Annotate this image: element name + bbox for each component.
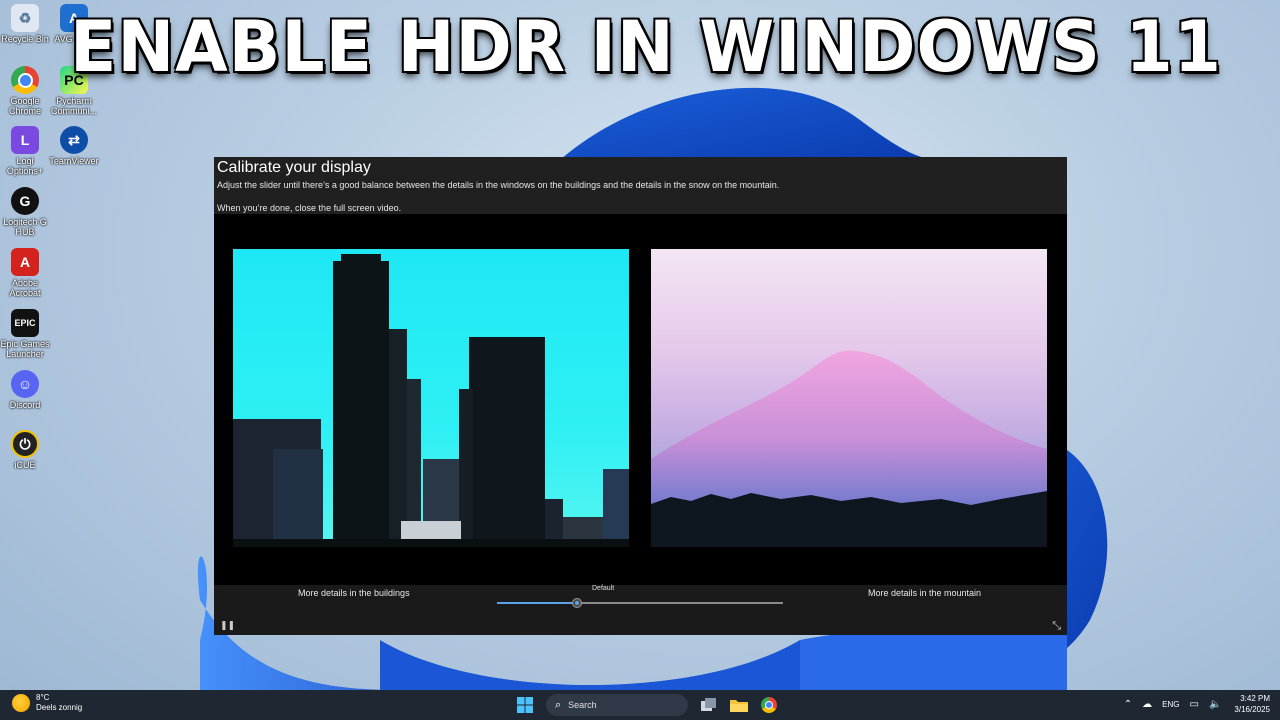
chrome-icon: [11, 66, 39, 94]
teamviewer-icon: ⇄: [60, 126, 88, 154]
calibration-header: Calibrate your display Adjust the slider…: [214, 157, 1067, 214]
weather-widget[interactable]: 8°C Deels zonnig: [12, 693, 82, 713]
folder-icon: [730, 700, 748, 712]
desktop-icon-label: Google Chrome: [8, 96, 41, 116]
desktop-icon-label: Pycharm Communi...: [50, 96, 97, 116]
logitech-ghub-icon: G: [11, 187, 39, 215]
adobe-acrobat-icon: A: [11, 248, 39, 276]
slider-thumb[interactable]: [572, 598, 583, 608]
language-indicator[interactable]: ENG: [1162, 700, 1179, 709]
clock[interactable]: 3:42 PM 3/16/2025: [1234, 693, 1270, 715]
desktop-icon-chrome[interactable]: Google Chrome: [0, 66, 51, 116]
chrome-icon: [761, 697, 777, 713]
calibration-footer: More details in the buildings More detai…: [214, 585, 1067, 635]
desktop-icon-logitech-ghub[interactable]: G Logitech G HUB: [0, 187, 51, 237]
desktop-icon-label: Epic Games Launcher: [0, 339, 50, 359]
partly-sunny-icon: [12, 694, 30, 712]
taskbar: 8°C Deels zonnig ⌕ Search ⌃ ☁ ENG ▭ 🔈 3:…: [0, 690, 1280, 720]
desktop-icon-recycle-bin[interactable]: ♻ Recycle Bin: [0, 4, 51, 44]
desktop-icon-label: iCUE: [14, 460, 36, 470]
logi-options-icon: L: [11, 126, 39, 154]
mountain-image: [651, 249, 1047, 547]
video-headline: ENABLE HDR IN WINDOWS 11: [70, 6, 1222, 88]
task-view-button[interactable]: [697, 693, 721, 717]
start-button[interactable]: [513, 693, 537, 717]
desktop-icon-label: Logi Options+: [6, 156, 44, 176]
epic-games-icon: EPIC: [11, 309, 39, 337]
chrome-taskbar-button[interactable]: [757, 693, 781, 717]
calibration-instruction: Adjust the slider until there’s a good b…: [217, 180, 780, 190]
calibration-title: Calibrate your display: [217, 159, 371, 176]
buildings-image: [233, 249, 629, 547]
search-icon: ⌕: [555, 698, 562, 711]
desktop-icon-discord[interactable]: ☺ Discord: [0, 370, 51, 410]
exit-fullscreen-icon[interactable]: ⤡: [1052, 619, 1061, 633]
weather-description: Deels zonnig: [36, 703, 83, 712]
clock-time: 3:42 PM: [1240, 694, 1270, 703]
discord-icon: ☺: [11, 370, 39, 398]
desktop-icon-adobe-acrobat[interactable]: A Adobe Acrobat: [0, 248, 51, 298]
chevron-up-icon[interactable]: ⌃: [1124, 699, 1132, 710]
desktop-icon-epic-games[interactable]: EPIC Epic Games Launcher: [0, 309, 51, 359]
label-more-mountain: More details in the mountain: [868, 588, 982, 598]
desktop-icon-label: Logitech G HUB: [3, 217, 47, 237]
windows-logo-icon: [517, 697, 533, 713]
file-explorer-button[interactable]: [727, 693, 751, 717]
calibration-window: Calibrate your display Adjust the slider…: [214, 157, 1067, 635]
clock-date: 3/16/2025: [1234, 705, 1270, 714]
desktop-icon-logi-options[interactable]: L Logi Options+: [0, 126, 51, 176]
desktop-icon-icue[interactable]: ⏻ iCUE: [0, 430, 51, 470]
desktop-icon-label: Recycle Bin: [1, 34, 49, 44]
volume-icon[interactable]: 🔈: [1209, 699, 1221, 710]
weather-temperature: 8°C: [36, 693, 50, 702]
system-tray: ⌃ ☁ ENG ▭ 🔈 3:42 PM 3/16/2025: [1119, 693, 1270, 715]
taskbar-search[interactable]: ⌕ Search: [546, 694, 688, 716]
search-placeholder: Search: [568, 700, 597, 710]
network-icon[interactable]: ▭: [1190, 699, 1199, 710]
desktop-icon-label: TeamViewer: [49, 156, 99, 166]
desktop-icon-teamviewer[interactable]: ⇄ TeamViewer: [48, 126, 100, 166]
desktop-icon-label: Discord: [9, 400, 41, 410]
label-more-buildings: More details in the buildings: [298, 588, 410, 598]
slider-default-label: Default: [592, 585, 615, 592]
pause-icon[interactable]: ❚❚: [220, 621, 235, 631]
recycle-bin-icon: ♻: [11, 4, 39, 32]
icue-icon: ⏻: [11, 430, 39, 458]
desktop-icon-label: Adobe Acrobat: [9, 278, 41, 298]
onedrive-cloud-icon[interactable]: ☁: [1142, 699, 1152, 710]
task-view-icon: [701, 698, 716, 711]
taskbar-center: ⌕ Search: [510, 693, 784, 717]
calibration-close-hint: When you’re done, close the full screen …: [217, 203, 402, 213]
slider-fill: [497, 602, 578, 604]
calibration-slider[interactable]: [497, 598, 783, 608]
